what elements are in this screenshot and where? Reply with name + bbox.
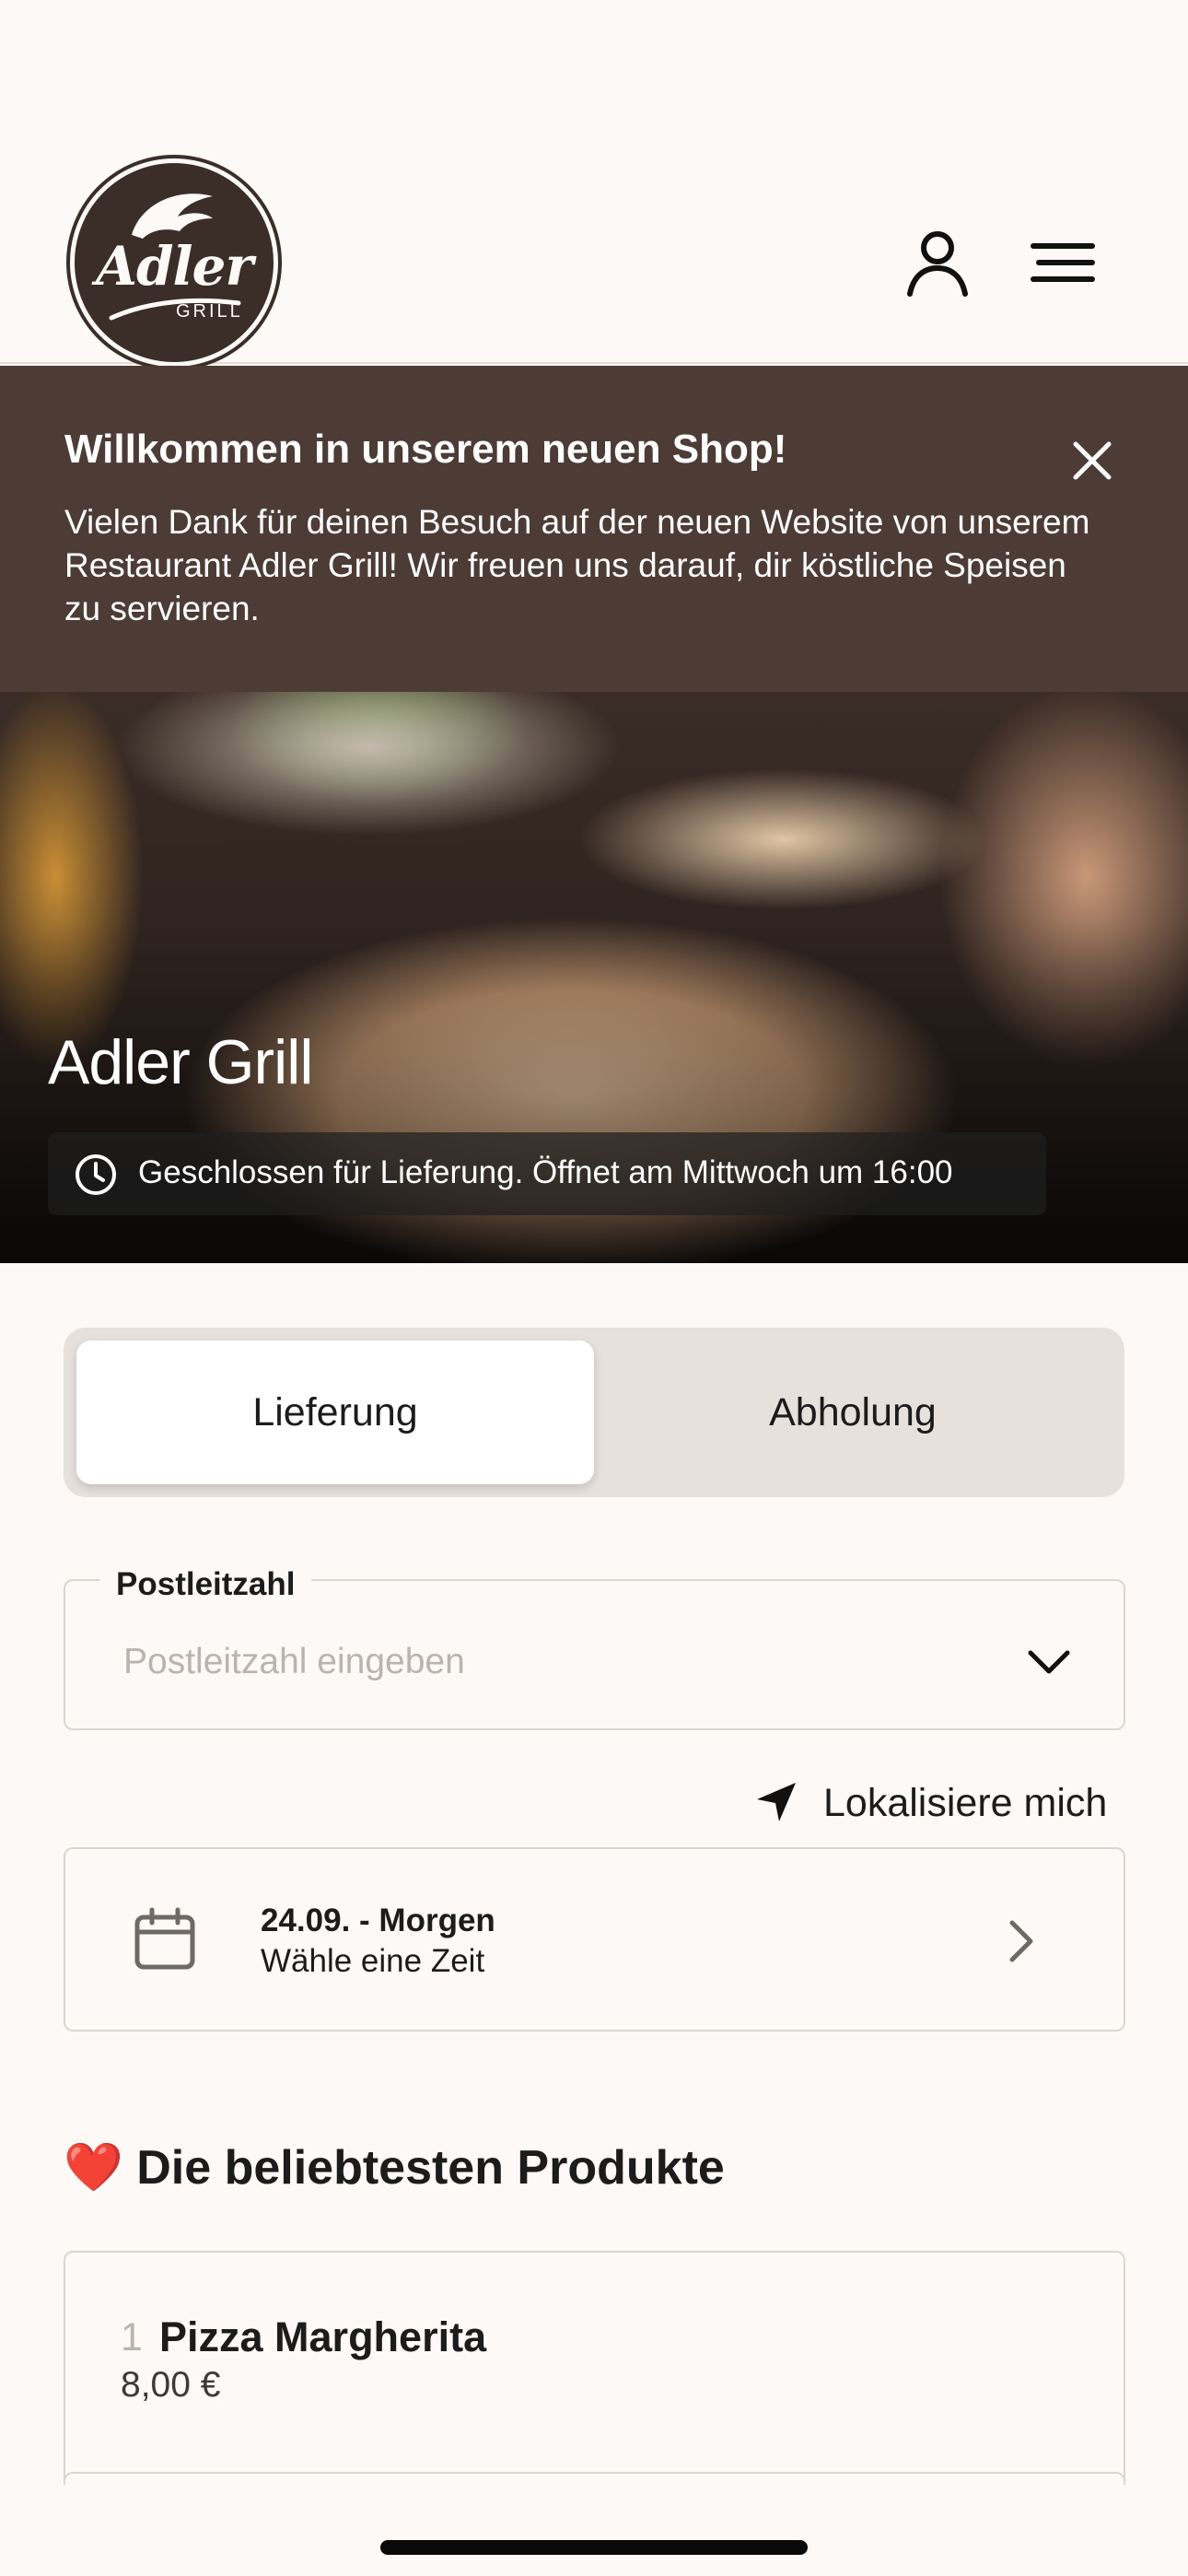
product-price: 8,00 € (121, 2365, 221, 2405)
product-name: Pizza Margherita (159, 2313, 487, 2360)
logo-subtext: GRILL (176, 301, 243, 322)
popular-products-title: Die beliebtesten Produkte (136, 2141, 725, 2195)
heart-icon: ❤️ (64, 2141, 123, 2195)
popular-products-heading: ❤️ Die beliebtesten Produkte (64, 2139, 725, 2195)
clock-icon (76, 1154, 116, 1195)
postal-code-label: Postleitzahl (99, 1566, 312, 1603)
product-rank: 1 (121, 2315, 143, 2359)
account-icon[interactable] (901, 226, 974, 299)
selected-date: 24.09. - Morgen (261, 1903, 495, 1938)
welcome-banner: Willkommen in unserem neuen Shop! Vielen… (0, 366, 1188, 692)
locate-me-label: Lokalisiere mich (823, 1781, 1108, 1825)
order-mode-toggle: Lieferung Abholung (64, 1328, 1124, 1497)
banner-title: Willkommen in unserem neuen Shop! (64, 427, 787, 472)
chevron-down-icon[interactable] (1023, 1636, 1075, 1688)
opening-status-text: Geschlossen für Lieferung. Öffnet am Mit… (138, 1154, 953, 1190)
tab-delivery[interactable]: Lieferung (76, 1341, 594, 1484)
calendar-icon (134, 1907, 195, 1970)
hero-image: Adler Grill Geschlossen für Lieferung. Ö… (0, 692, 1188, 1263)
app-header: Adler GRILL (0, 0, 1188, 367)
restaurant-name: Adler Grill (48, 1027, 313, 1097)
delivery-time-selector[interactable]: 24.09. - Morgen Wähle eine Zeit (64, 1847, 1125, 2032)
adler-grill-logo[interactable]: Adler GRILL (70, 158, 278, 367)
logo-script-text: Adler (95, 235, 253, 298)
next-product-card (64, 2472, 1125, 2485)
product-card[interactable]: 1 Pizza Margherita 8,00 € (64, 2251, 1125, 2481)
home-indicator[interactable] (380, 2540, 808, 2555)
location-arrow-icon (757, 1783, 796, 1821)
hamburger-menu-icon[interactable] (1026, 226, 1100, 299)
tab-pickup[interactable]: Abholung (594, 1341, 1112, 1484)
chevron-right-icon (1009, 1920, 1033, 1962)
choose-time-hint: Wähle eine Zeit (261, 1943, 485, 1979)
banner-text: Vielen Dank für deinen Besuch auf der ne… (64, 503, 1090, 627)
locate-me-button[interactable]: Lokalisiere mich (753, 1774, 1125, 1832)
opening-status-badge: Geschlossen für Lieferung. Öffnet am Mit… (48, 1132, 1046, 1215)
postal-code-placeholder[interactable]: Postleitzahl eingeben (123, 1642, 465, 1682)
close-icon[interactable] (1065, 433, 1120, 488)
